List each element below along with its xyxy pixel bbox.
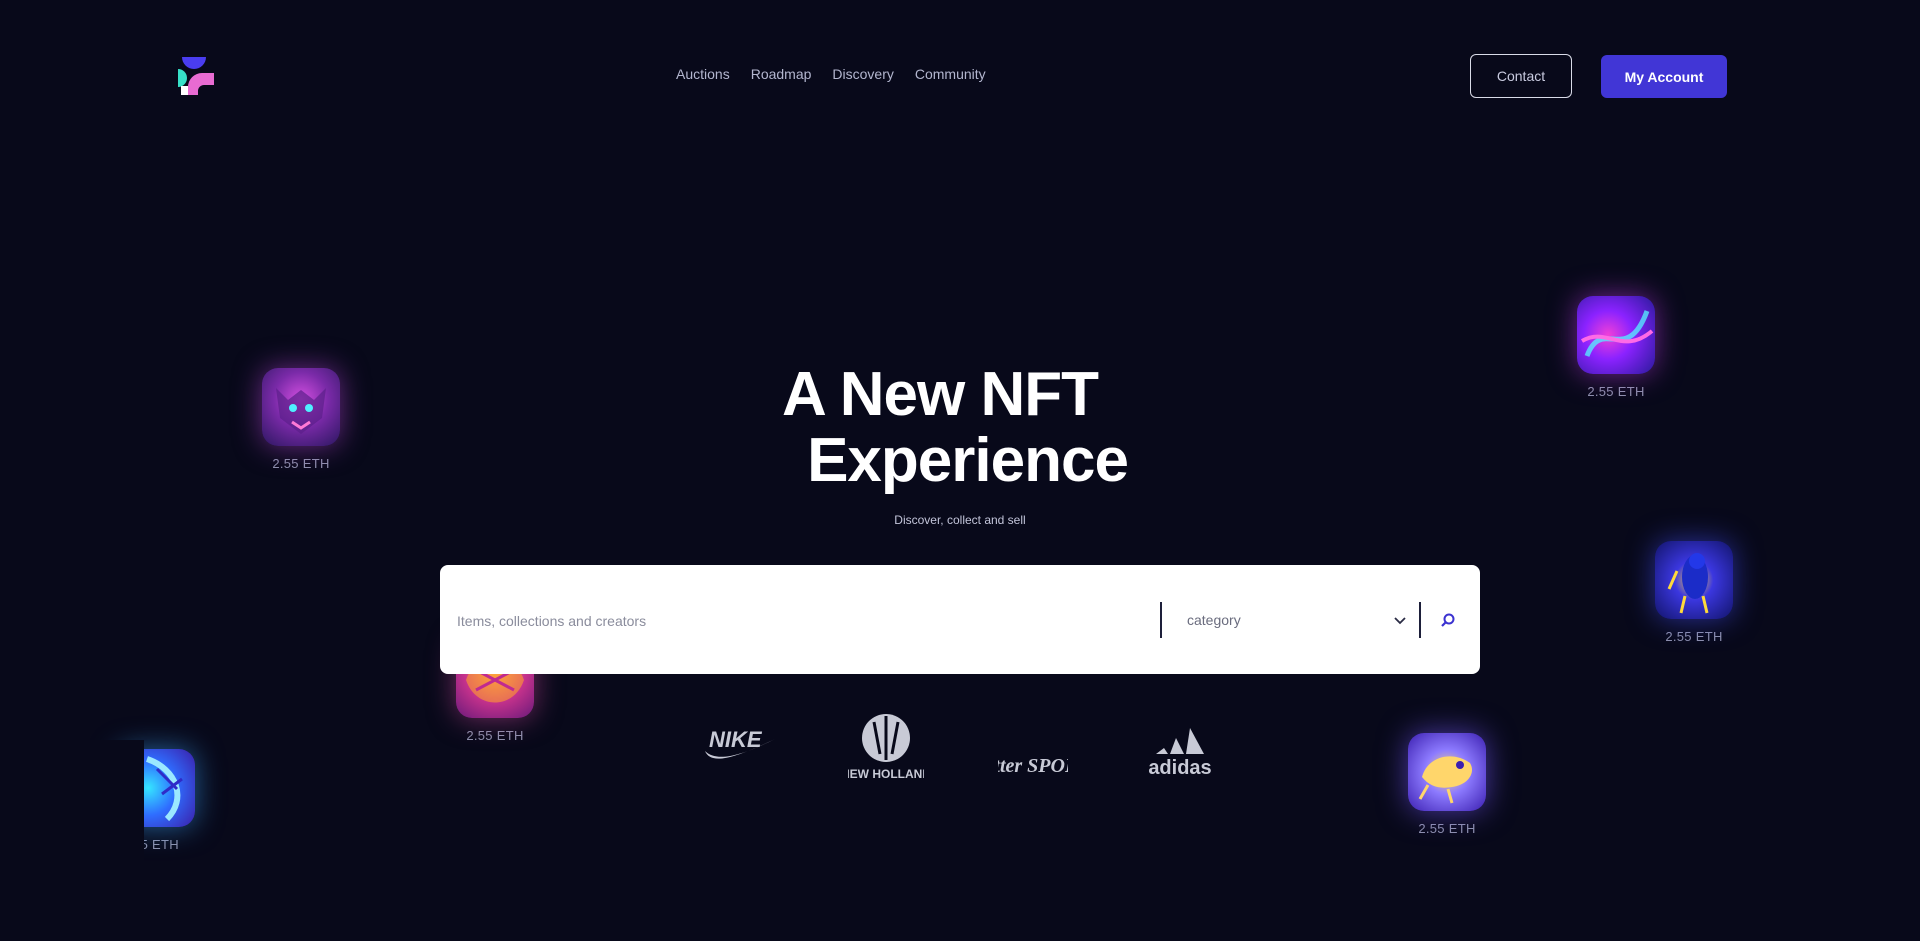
nft-image-bird[interactable]	[1655, 541, 1733, 619]
nft-card-bird[interactable]: 2.55 ETH	[1655, 541, 1733, 644]
adidas-logo: adidas	[1148, 728, 1212, 778]
category-label: category	[1187, 612, 1241, 628]
landing-page: Auctions Roadmap Discovery Community Con…	[0, 0, 1920, 941]
nft-card-tiger[interactable]: 2.55 ETH	[262, 368, 340, 471]
nav-community[interactable]: Community	[915, 66, 986, 82]
logo-icon[interactable]	[178, 57, 218, 95]
search-icon	[1441, 613, 1455, 627]
contact-button[interactable]: Contact	[1470, 54, 1572, 98]
nft-price: 2.55 ETH	[1587, 384, 1645, 399]
nft-price: 2.55 ETH	[272, 456, 330, 471]
nft-price: 2.55 ETH	[1665, 629, 1723, 644]
svg-text:NEW HOLLAND: NEW HOLLAND	[848, 767, 924, 781]
ritter-sport-logo: Ritter SPORT	[998, 755, 1068, 774]
search-button[interactable]	[1435, 607, 1461, 633]
search-input[interactable]	[455, 603, 1139, 639]
search-divider	[1160, 602, 1162, 638]
main-nav: Auctions Roadmap Discovery Community	[676, 66, 1007, 82]
nike-logo: NIKE	[705, 727, 775, 759]
svg-text:Ritter SPORT: Ritter SPORT	[998, 755, 1068, 774]
brand-logos: NIKE NEW HOLLAND Ritter SPORT adidas	[0, 710, 1920, 790]
nft-image-tiger[interactable]	[262, 368, 340, 446]
hero-subtitle: Discover, collect and sell	[894, 513, 1026, 527]
search-bar: category	[440, 565, 1480, 674]
left-mask	[0, 740, 144, 870]
nft-image-wave[interactable]	[1577, 296, 1655, 374]
nav-auctions[interactable]: Auctions	[676, 66, 730, 82]
nav-roadmap[interactable]: Roadmap	[751, 66, 812, 82]
chevron-down-icon	[1394, 617, 1406, 625]
svg-text:adidas: adidas	[1148, 757, 1211, 778]
nft-price: 2.55 ETH	[1418, 821, 1476, 836]
nav-discovery[interactable]: Discovery	[832, 66, 893, 82]
category-select[interactable]: category	[1187, 603, 1407, 637]
search-divider	[1419, 602, 1421, 638]
new-holland-logo: NEW HOLLAND	[848, 714, 924, 781]
nft-card-wave[interactable]: 2.55 ETH	[1577, 296, 1655, 399]
my-account-button[interactable]: My Account	[1601, 55, 1727, 98]
